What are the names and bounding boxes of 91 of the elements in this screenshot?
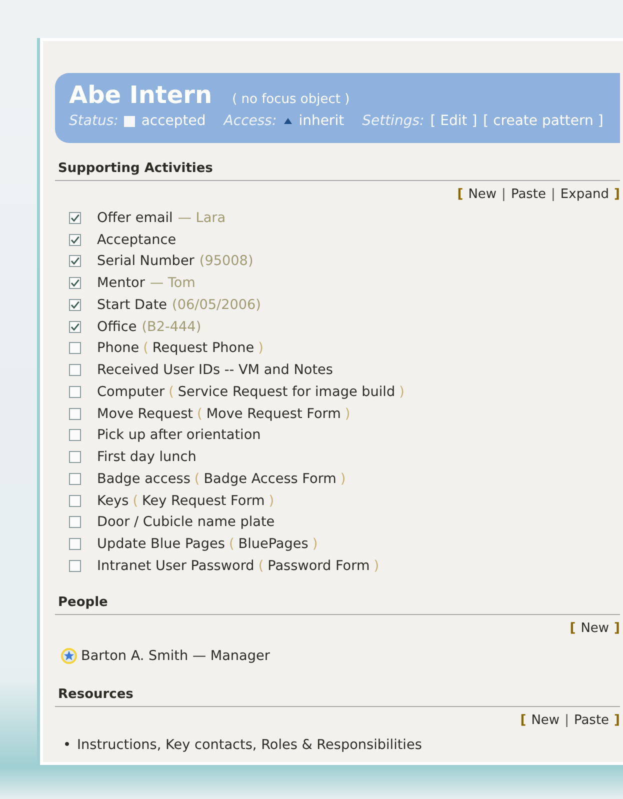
form-link[interactable]: Badge Access Form xyxy=(204,470,336,487)
bracket: ] xyxy=(614,187,620,202)
activity-label: Update Blue Pages xyxy=(97,536,225,552)
activity-label: Keys xyxy=(97,492,129,509)
activity-label: Received User IDs -- VM and Notes xyxy=(97,362,333,378)
checkbox[interactable] xyxy=(69,342,81,354)
section-title: Resources xyxy=(55,682,620,707)
separator: | xyxy=(564,712,569,728)
access-value: inherit xyxy=(298,113,344,129)
bracket: ] xyxy=(614,712,620,728)
form-link[interactable]: Key Request Form xyxy=(142,492,265,509)
parenthesis: ) xyxy=(268,492,274,509)
form-link[interactable]: Request Phone xyxy=(152,340,254,356)
checkbox[interactable] xyxy=(69,277,81,290)
triangle-icon xyxy=(282,117,293,125)
checkbox[interactable] xyxy=(69,212,81,224)
activity-label: Badge access xyxy=(97,470,190,487)
parenthesis: ( xyxy=(194,470,200,487)
status-icon xyxy=(124,116,136,126)
checkbox[interactable] xyxy=(69,516,81,528)
status-label: Status: xyxy=(69,113,118,129)
section-title: Supporting Activities xyxy=(55,157,620,181)
page-title: Abe Intern xyxy=(69,81,212,109)
form-link[interactable]: Service Request for image build xyxy=(178,384,396,400)
checkbox[interactable] xyxy=(69,408,81,420)
checkbox[interactable] xyxy=(69,560,81,572)
activity-label: Office xyxy=(97,318,137,335)
parenthesis: ( xyxy=(168,384,174,400)
activity-label: Move Request xyxy=(97,406,193,422)
form-link[interactable]: Move Request Form xyxy=(206,406,341,422)
bracket: [ xyxy=(520,712,526,728)
bullet: • xyxy=(63,736,72,753)
action-link[interactable]: New xyxy=(580,620,610,636)
item-value: (06/05/2006) xyxy=(172,296,261,313)
checkbox[interactable] xyxy=(69,364,81,376)
action-link[interactable]: New xyxy=(531,712,560,728)
activity-label: Start Date xyxy=(97,296,168,313)
parenthesis: ) xyxy=(344,406,350,422)
parenthesis: ( xyxy=(228,536,234,552)
status-value: accepted xyxy=(141,113,206,129)
settings-label: Settings: xyxy=(362,113,424,129)
action-link[interactable]: Paste xyxy=(510,187,546,202)
activity-label: Pick up after orientation xyxy=(97,427,261,444)
activity-label: Door / Cubicle name plate xyxy=(97,514,275,530)
parenthesis: ( xyxy=(197,406,202,422)
checkbox[interactable] xyxy=(69,451,81,464)
checkbox[interactable] xyxy=(69,386,81,398)
parenthesis: ) xyxy=(312,536,318,552)
activity-label: Mentor xyxy=(97,275,145,292)
bracket: [ xyxy=(457,187,464,202)
access-label: Access: xyxy=(224,113,277,129)
checkbox[interactable] xyxy=(69,234,81,246)
section-title: People xyxy=(55,590,620,615)
checkbox[interactable] xyxy=(69,298,81,311)
activity-label: Phone xyxy=(97,340,140,356)
checkbox[interactable] xyxy=(69,472,81,485)
parenthesis: ) xyxy=(399,384,404,400)
parenthesis: ) xyxy=(258,340,264,356)
item-value: (B2-444) xyxy=(142,318,202,335)
checkbox[interactable] xyxy=(69,320,81,333)
activity-label: Computer xyxy=(97,384,165,400)
assignee: — Lara xyxy=(178,210,226,226)
form-link[interactable]: BluePages xyxy=(238,536,308,552)
action-link[interactable]: Paste xyxy=(574,712,610,728)
item-value: (95008) xyxy=(199,253,254,270)
separator: | xyxy=(551,187,556,202)
bracket: ] xyxy=(614,620,620,636)
person-name[interactable]: Barton A. Smith — Manager xyxy=(81,648,270,664)
assignee: — Tom xyxy=(150,275,196,292)
checkbox[interactable] xyxy=(69,429,81,442)
activity-label: Intranet User Password xyxy=(97,558,254,574)
separator: | xyxy=(502,187,506,202)
action-link[interactable]: Expand xyxy=(560,187,610,202)
parenthesis: ) xyxy=(374,558,379,574)
focus-object: ( no focus object ) xyxy=(232,92,350,107)
checkbox[interactable] xyxy=(69,494,81,507)
parenthesis: ) xyxy=(340,470,346,487)
resource-link[interactable]: Instructions, Key contacts, Roles & Responsibilities xyxy=(77,736,422,753)
bracket: [ xyxy=(570,620,576,636)
activity-label: Serial Number xyxy=(97,253,194,270)
form-link[interactable]: Password Form xyxy=(268,558,370,574)
activity-label: Offer email xyxy=(97,210,173,226)
checkbox[interactable] xyxy=(69,538,81,550)
action-link[interactable]: New xyxy=(468,187,497,202)
parenthesis: ( xyxy=(258,558,264,574)
parenthesis: ( xyxy=(143,340,148,356)
parenthesis: ( xyxy=(132,492,138,509)
checkbox[interactable] xyxy=(69,255,81,268)
activity-label: Acceptance xyxy=(97,232,176,248)
star-badge-icon xyxy=(60,646,78,665)
activity-label: First day lunch xyxy=(97,449,196,466)
